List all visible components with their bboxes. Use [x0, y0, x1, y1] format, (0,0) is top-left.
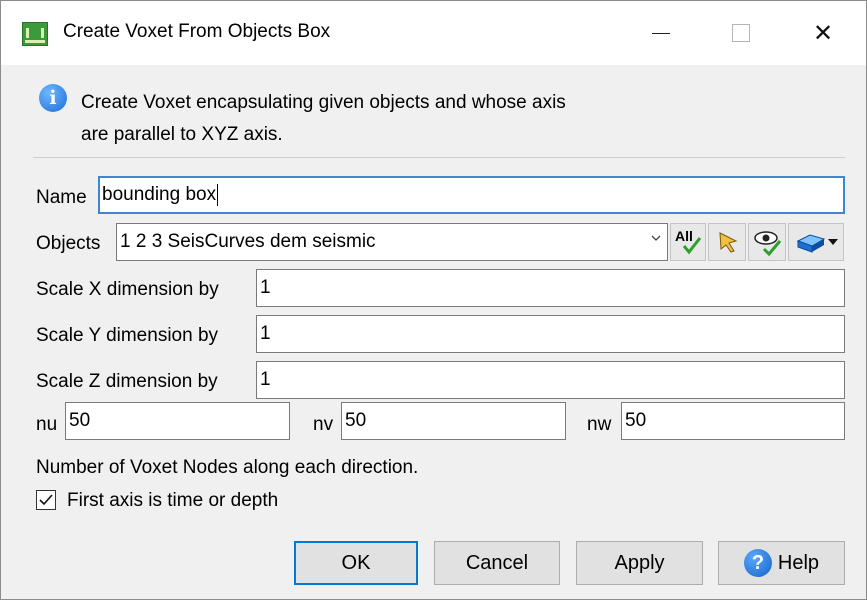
- pick-objects-button[interactable]: [708, 223, 746, 261]
- objects-label: Objects: [36, 233, 101, 254]
- help-button-label: Help: [777, 551, 820, 574]
- scale-x-input[interactable]: 1: [256, 269, 845, 307]
- select-all-icon: All: [675, 228, 702, 255]
- select-all-text: All: [675, 228, 693, 244]
- close-icon: ✕: [812, 19, 834, 47]
- voxet-app-icon: [22, 22, 48, 46]
- visible-objects-button[interactable]: [748, 223, 786, 261]
- dropdown-arrow-icon: [828, 239, 838, 245]
- info-line-1: Create Voxet encapsulating given objects…: [81, 92, 566, 113]
- select-all-button[interactable]: All: [670, 223, 706, 261]
- nw-label: nw: [587, 414, 612, 435]
- nodes-hint: Number of Voxet Nodes along each directi…: [36, 457, 419, 478]
- maximize-icon: [732, 24, 750, 42]
- scale-y-label: Scale Y dimension by: [36, 325, 219, 346]
- nv-input[interactable]: 50: [341, 402, 566, 440]
- apply-button[interactable]: Apply: [576, 541, 703, 585]
- info-icon: i: [39, 84, 67, 112]
- chevron-down-icon: [651, 235, 661, 241]
- ok-button[interactable]: OK: [294, 541, 418, 585]
- first-axis-checkbox[interactable]: [36, 490, 56, 510]
- minimize-button[interactable]: [631, 1, 691, 65]
- name-label: Name: [36, 187, 87, 208]
- window-title: Create Voxet From Objects Box: [63, 21, 331, 42]
- first-axis-label[interactable]: First axis is time or depth: [67, 490, 278, 512]
- visible-eye-icon: [754, 231, 782, 257]
- help-button[interactable]: ? Help: [718, 541, 845, 585]
- nu-input[interactable]: 50: [65, 402, 290, 440]
- info-line-2: are parallel to XYZ axis.: [81, 124, 283, 145]
- close-button[interactable]: ✕: [793, 1, 853, 65]
- object-type-menu-button[interactable]: [788, 223, 844, 261]
- objects-combobox[interactable]: 1 2 3 SeisCurves dem seismic: [116, 223, 668, 261]
- minimize-icon: [652, 32, 670, 34]
- scale-z-label: Scale Z dimension by: [36, 371, 218, 392]
- nv-label: nv: [313, 414, 334, 435]
- maximize-button[interactable]: [711, 1, 771, 65]
- dialog-window: Create Voxet From Objects Box ✕ i Create…: [0, 0, 867, 600]
- name-input[interactable]: bounding box: [98, 176, 845, 214]
- object-type-icon: [796, 234, 826, 253]
- objects-combobox-value: 1 2 3 SeisCurves dem seismic: [120, 231, 376, 252]
- scale-z-input[interactable]: 1: [256, 361, 845, 399]
- nw-input[interactable]: 50: [621, 402, 845, 440]
- cancel-button[interactable]: Cancel: [434, 541, 560, 585]
- title-bar[interactable]: Create Voxet From Objects Box ✕: [1, 1, 866, 65]
- text-caret: [217, 183, 219, 206]
- info-message: Create Voxet encapsulating given objects…: [81, 87, 731, 151]
- pick-cursor-icon: [719, 232, 738, 253]
- scale-x-label: Scale X dimension by: [36, 279, 219, 300]
- checkmark-icon: [39, 494, 53, 506]
- nu-label: nu: [36, 414, 58, 435]
- separator: [33, 157, 845, 158]
- help-icon: ?: [743, 549, 772, 577]
- scale-y-input[interactable]: 1: [256, 315, 845, 353]
- name-input-value: bounding box: [102, 184, 217, 205]
